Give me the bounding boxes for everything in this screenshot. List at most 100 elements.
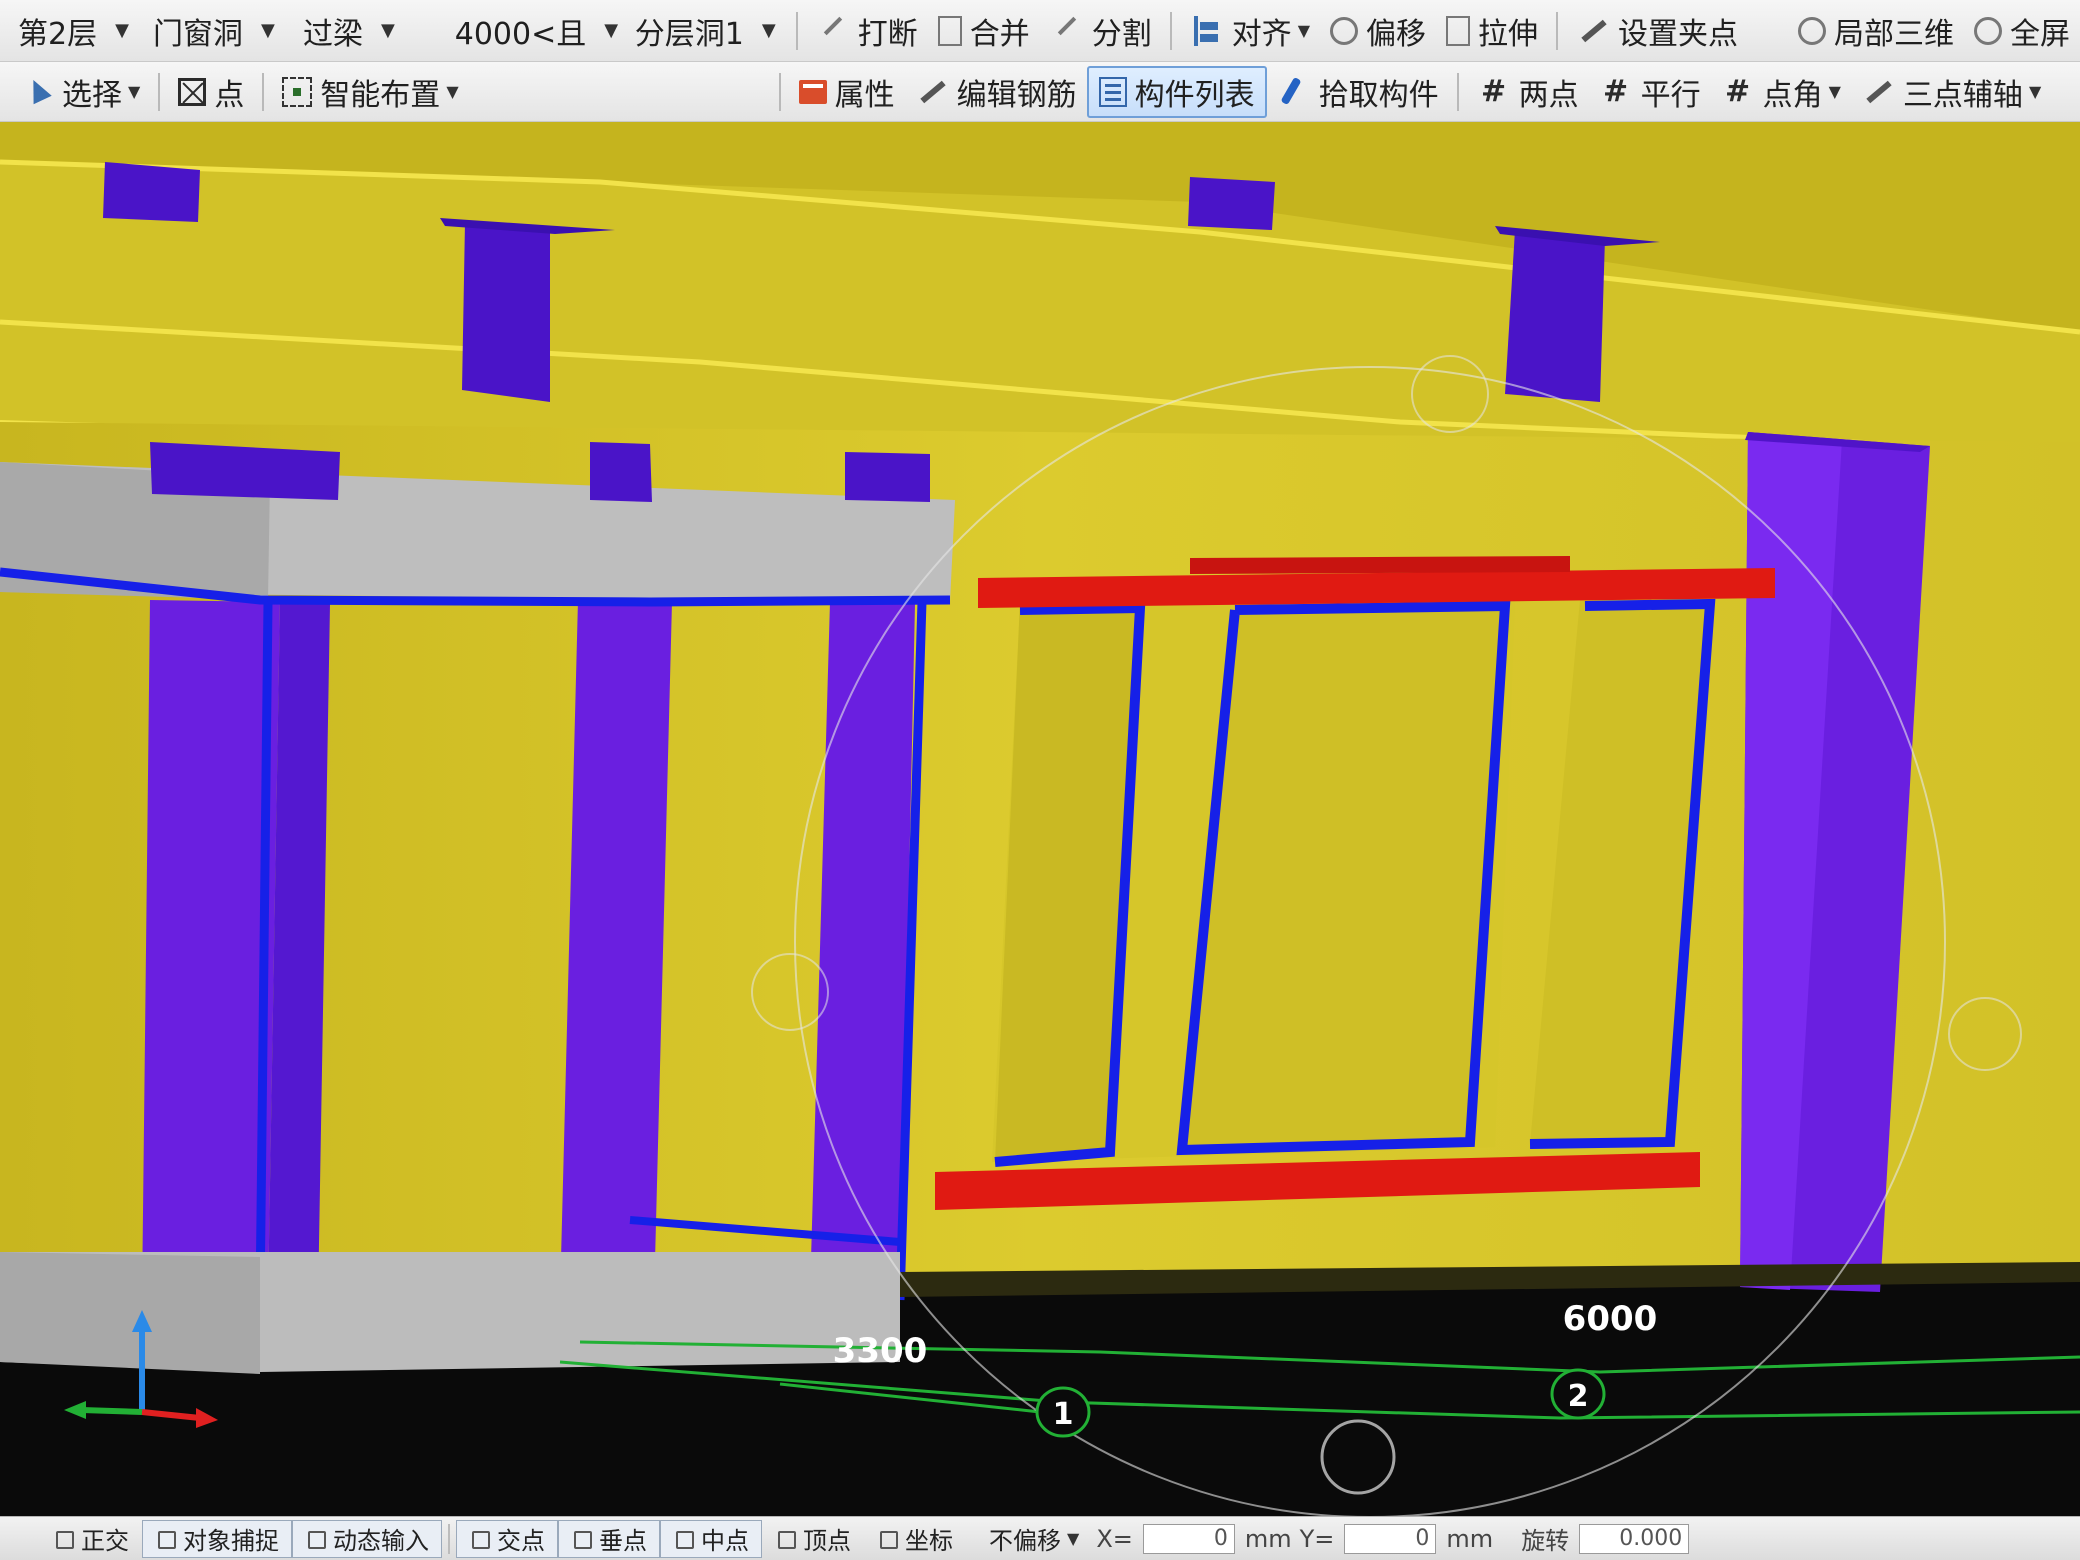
pick-component-button[interactable]: 拾取构件	[1267, 62, 1449, 121]
align-icon	[1190, 14, 1224, 48]
two-point-axis-button[interactable]: # 两点	[1467, 62, 1589, 121]
toolbar-divider	[778, 72, 781, 111]
toolbar-divider	[1169, 11, 1172, 50]
offset-label: 偏移	[1366, 16, 1426, 52]
dimension-label-3300: 3300	[833, 1331, 928, 1371]
component-combo-value: 4000<且	[454, 16, 587, 52]
select-label: 选择	[62, 77, 122, 113]
stretch-button[interactable]: 拉伸	[1436, 0, 1548, 61]
chevron-down-icon: ▼	[380, 20, 395, 41]
ortho-label: 正交	[81, 1527, 129, 1555]
3d-viewport[interactable]: 1 2 3300 6000	[0, 122, 2080, 1516]
three-point-axis-label: 三点辅轴	[1902, 77, 2023, 113]
split-button[interactable]: 分割	[1040, 0, 1162, 61]
gtj-application-window: 第2层 ▼ 门窗洞 ▼ 过梁 ▼ 4000<且 ▼ 分层洞1 ▼ 打断 合并 分…	[0, 0, 2080, 1560]
toolbar-divider	[795, 11, 798, 50]
toolbar-divider	[1556, 11, 1558, 50]
set-grip-button[interactable]: 设置夹点	[1566, 0, 1748, 61]
type-combo[interactable]: 门窗洞 ▼	[141, 8, 291, 54]
break-button[interactable]: 打断	[806, 0, 928, 61]
3d-scene[interactable]: 1 2 3300 6000	[0, 122, 2080, 1516]
y-coordinate-input[interactable]	[1344, 1523, 1437, 1554]
slab-bottom-side	[0, 1252, 260, 1374]
dimension-label-6000: 6000	[1563, 1299, 1658, 1339]
smart-place-icon	[282, 76, 313, 107]
offset-button[interactable]: 偏移	[1320, 0, 1436, 61]
align-label: 对齐	[1231, 16, 1292, 52]
column-far	[1188, 177, 1275, 230]
offset-mode-dropdown[interactable]: 不偏移 ▼	[976, 1520, 1092, 1558]
midpoint-label: 中点	[701, 1527, 749, 1555]
y-axis-arrow	[81, 1407, 143, 1415]
vertex-snap-toggle[interactable]: 顶点	[762, 1520, 864, 1558]
midpoint-snap-toggle[interactable]: 中点	[660, 1519, 762, 1558]
offset-icon	[1330, 16, 1358, 45]
list-icon	[1098, 76, 1127, 107]
chevron-down-icon: ▼	[1297, 21, 1310, 40]
coordinate-snap-toggle[interactable]: 坐标	[864, 1520, 966, 1558]
align-button[interactable]: 对齐 ▼	[1180, 0, 1320, 61]
top-toolbar: 第2层 ▼ 门窗洞 ▼ 过梁 ▼ 4000<且 ▼ 分层洞1 ▼ 打断 合并 分…	[0, 0, 2080, 62]
dynamic-input-toggle[interactable]: 动态输入	[292, 1519, 442, 1558]
chevron-down-icon: ▼	[115, 20, 129, 41]
element-combo[interactable]: 过梁 ▼	[291, 8, 443, 54]
fullscreen-button[interactable]: 全屏	[1964, 0, 2080, 61]
merge-label: 合并	[969, 16, 1030, 52]
coordinate-icon	[877, 1528, 899, 1550]
smart-place-button[interactable]: 智能布置 ▼	[272, 62, 468, 121]
chevron-down-icon: ▼	[761, 20, 776, 41]
chevron-down-icon: ▼	[260, 20, 275, 41]
edit-rebar-icon	[915, 75, 949, 109]
local-3d-button[interactable]: 局部三维	[1788, 0, 1964, 61]
edit-rebar-label: 编辑钢筋	[956, 77, 1077, 113]
point-button[interactable]: 点	[168, 62, 254, 121]
parallel-axis-button[interactable]: # 平行	[1589, 62, 1711, 121]
property-button[interactable]: 属性	[789, 62, 905, 121]
ortho-icon	[53, 1528, 75, 1550]
rotate-input[interactable]	[1579, 1523, 1690, 1554]
fullscreen-label: 全屏	[2010, 16, 2070, 52]
x-coordinate-input[interactable]	[1142, 1523, 1235, 1554]
intersection-icon	[469, 1528, 491, 1550]
floor-combo[interactable]: 第2层 ▼	[6, 8, 141, 54]
component-list-label: 构件列表	[1134, 77, 1255, 113]
column-top	[845, 452, 930, 502]
eyedropper-icon	[1277, 75, 1311, 109]
toolbar-divider	[262, 72, 265, 111]
parallel-axis-icon: #	[1603, 73, 1629, 109]
point-angle-axis-button[interactable]: # 点角 ▼	[1711, 62, 1851, 121]
offset-mode-value: 不偏移	[989, 1527, 1061, 1555]
merge-button[interactable]: 合并	[928, 0, 1040, 61]
select-button[interactable]: 选择 ▼	[10, 62, 150, 121]
smart-place-label: 智能布置	[320, 77, 441, 113]
column-top	[150, 442, 340, 500]
x-label: X=	[1096, 1524, 1133, 1553]
two-point-axis-icon: #	[1481, 73, 1507, 109]
y-label: Y=	[1299, 1524, 1335, 1553]
axis-bubble-2: 2	[1550, 1368, 1606, 1420]
chevron-down-icon: ▼	[1828, 82, 1841, 101]
break-label: 打断	[857, 16, 918, 52]
property-label: 属性	[834, 77, 895, 113]
coordinate-label: 坐标	[905, 1527, 953, 1555]
snap-label: 对象捕捉	[183, 1527, 279, 1555]
parallel-label: 平行	[1640, 77, 1701, 113]
object-snap-toggle[interactable]: 对象捕捉	[142, 1519, 292, 1558]
intersection-snap-toggle[interactable]: 交点	[456, 1519, 558, 1558]
component-combo[interactable]: 4000<且 ▼	[443, 8, 623, 54]
y-unit: mm	[1446, 1524, 1494, 1553]
point-angle-axis-icon: #	[1725, 73, 1751, 109]
edit-rebar-button[interactable]: 编辑钢筋	[905, 62, 1087, 121]
ortho-toggle[interactable]: 正交	[40, 1520, 142, 1558]
layer-combo[interactable]: 分层洞1 ▼	[623, 8, 788, 54]
component-list-button[interactable]: 构件列表	[1086, 65, 1267, 118]
lintel-top-upper	[1190, 556, 1570, 574]
three-point-axis-button[interactable]: 三点辅轴 ▼	[1851, 62, 2051, 121]
perpendicular-icon	[571, 1528, 593, 1550]
draw-toolbar: 选择 ▼ 点 智能布置 ▼ 属性 编辑钢筋 构件列表 拾取构件 # 两点 # 平…	[0, 62, 2080, 122]
intersection-label: 交点	[497, 1527, 545, 1555]
split-label: 分割	[1091, 16, 1152, 52]
midpoint-icon	[673, 1528, 695, 1550]
perpendicular-snap-toggle[interactable]: 垂点	[558, 1519, 660, 1558]
axis-bubble-1: 1	[1035, 1386, 1091, 1438]
